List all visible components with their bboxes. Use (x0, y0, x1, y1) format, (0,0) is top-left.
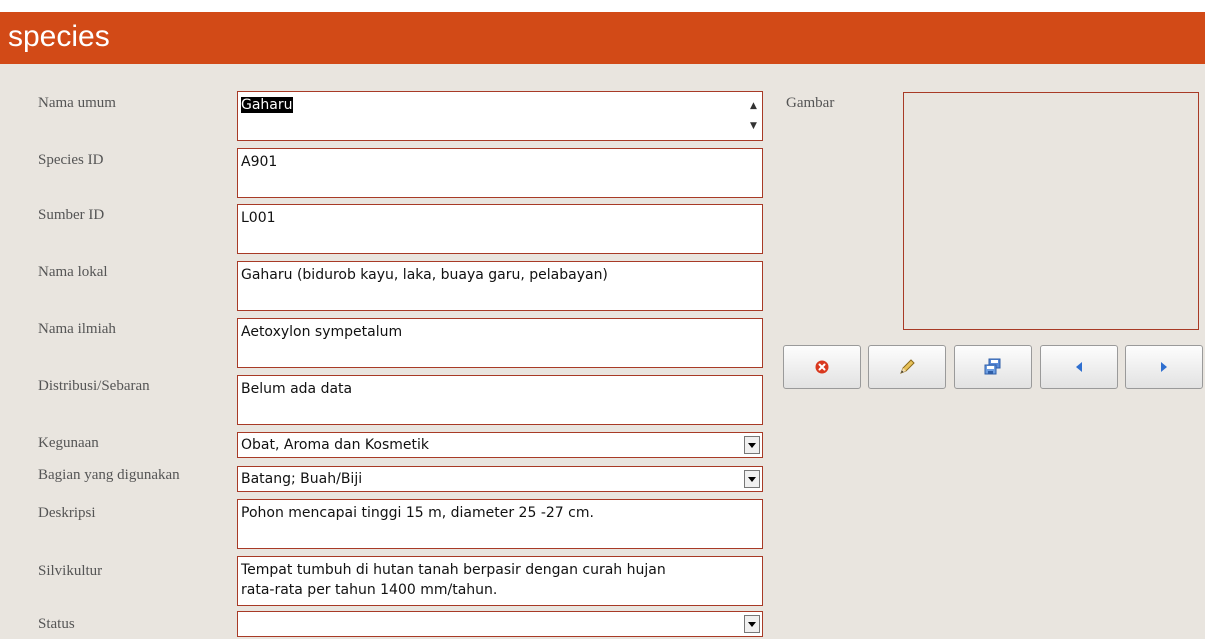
label-status: Status (38, 616, 75, 632)
scroll-up-icon[interactable]: ▲ (750, 96, 757, 116)
deskripsi-field[interactable]: Pohon mencapai tinggi 15 m, diameter 25 … (237, 499, 763, 549)
deskripsi-value: Pohon mencapai tinggi 15 m, diameter 25 … (241, 505, 594, 521)
edit-button[interactable] (868, 345, 946, 389)
bagian-value: Batang; Buah/Biji (241, 471, 363, 487)
pencil-icon (900, 359, 915, 374)
silvikultur-line-2: rata-rata per tahun 1400 mm/tahun. (241, 582, 498, 598)
delete-button[interactable] (783, 345, 861, 389)
nama-umum-value: Gaharu (241, 97, 293, 113)
nama-ilmiah-value: Aetoxylon sympetalum (241, 324, 403, 340)
nama-ilmiah-field[interactable]: Aetoxylon sympetalum (237, 318, 763, 368)
sumber-id-value: L001 (241, 210, 276, 226)
next-record-button[interactable] (1125, 345, 1203, 389)
previous-icon (1076, 362, 1082, 372)
bagian-dropdown-icon[interactable] (744, 470, 760, 488)
sumber-id-field[interactable]: L001 (237, 204, 763, 254)
silvikultur-field[interactable]: Tempat tumbuh di hutan tanah berpasir de… (237, 556, 763, 606)
label-distribusi: Distribusi/Sebaran (38, 378, 150, 394)
nama-umum-field[interactable]: Gaharu ▲ ▼ (237, 91, 763, 141)
label-nama-lokal: Nama lokal (38, 264, 108, 280)
next-icon (1161, 362, 1167, 372)
label-silvikultur: Silvikultur (38, 563, 103, 579)
kegunaan-dropdown-icon[interactable] (744, 436, 760, 454)
delete-icon (815, 360, 829, 374)
distribusi-field[interactable]: Belum ada data (237, 375, 763, 425)
scroll-down-icon[interactable]: ▼ (750, 116, 757, 136)
nama-lokal-field[interactable]: Gaharu (bidurob kayu, laka, buaya garu, … (237, 261, 763, 311)
label-bagian: Bagian yang digunakan (38, 467, 180, 483)
label-kegunaan: Kegunaan (38, 435, 99, 451)
save-icon (984, 358, 1001, 375)
label-deskripsi: Deskripsi (38, 505, 96, 521)
previous-record-button[interactable] (1040, 345, 1118, 389)
label-gambar: Gambar (786, 95, 835, 111)
distribusi-value: Belum ada data (241, 381, 353, 397)
gambar-image-frame (903, 92, 1199, 330)
status-dropdown-icon[interactable] (744, 615, 760, 633)
bagian-combobox[interactable]: Batang; Buah/Biji (237, 466, 763, 492)
label-species-id: Species ID (38, 152, 104, 168)
nama-lokal-value: Gaharu (bidurob kayu, laka, buaya garu, … (241, 267, 608, 283)
species-id-value: A901 (241, 154, 278, 170)
label-nama-umum: Nama umum (38, 95, 116, 111)
kegunaan-value: Obat, Aroma dan Kosmetik (241, 437, 430, 453)
status-combobox[interactable] (237, 611, 763, 637)
label-sumber-id: Sumber ID (38, 207, 105, 223)
title-bar: species (0, 12, 1205, 64)
silvikultur-line-1: Tempat tumbuh di hutan tanah berpasir de… (241, 562, 666, 578)
kegunaan-combobox[interactable]: Obat, Aroma dan Kosmetik (237, 432, 763, 458)
nama-umum-scrollbar[interactable]: ▲ ▼ (746, 92, 762, 140)
species-id-field[interactable]: A901 (237, 148, 763, 198)
save-button[interactable] (954, 345, 1032, 389)
page-title: species (8, 20, 110, 53)
label-nama-ilmiah: Nama ilmiah (38, 321, 116, 337)
